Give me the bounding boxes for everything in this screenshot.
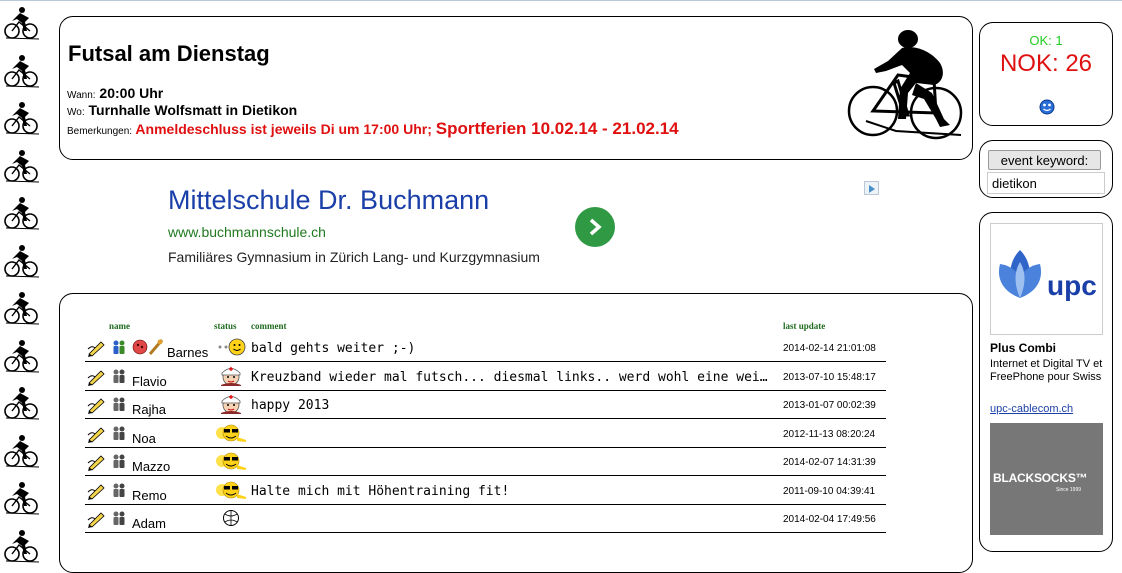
header-last-update[interactable]: last update [783,321,825,331]
participant-last-update: 2012-11-13 08:20:24 [783,428,876,440]
participant-name[interactable]: Adam [132,516,166,531]
upc-logo-text: upc [1047,270,1097,301]
participant-name[interactable]: Mazzo [132,459,170,474]
table-row: Noa 2012-11-13 08:20:24 [85,420,886,448]
header-name[interactable]: name [109,321,130,331]
event-when: Wann: 20:00 Uhr [67,85,163,101]
status-box: OK: 1 NOK: 26 [979,22,1113,126]
participant-comment: Halte mich mit Höhentraining fit! [251,483,510,499]
cyclist-icon [847,30,963,140]
cyclist-icon [4,292,39,325]
event-notes: Bemerkungen: Anmeldeschluss ist jeweils … [67,119,679,139]
cyclist-icon [4,434,39,467]
ok-count: OK: 1 [1029,33,1063,48]
edit-pencil-icon[interactable] [87,425,105,443]
sunglasses-smiley-icon [216,452,246,470]
badges-icon [132,339,164,355]
participant-name[interactable]: Rajha [132,402,166,417]
upc-flower-icon [998,250,1042,298]
when-value: 20:00 Uhr [99,85,164,101]
event-where: Wo: Turnhalle Wolfsmatt in Dietikon [67,102,297,118]
participant-last-update: 2014-02-07 14:31:39 [783,457,876,468]
people-icon[interactable] [111,482,127,498]
blacksocks-since: Since 1999 [1056,487,1082,493]
notes-holidays: Sportferien 10.02.14 - 21.02.14 [435,119,679,138]
chevron-right-icon [589,218,602,236]
where-label: Wo: [67,107,85,118]
participant-last-update: 2014-02-04 17:49:56 [783,514,876,525]
header-status[interactable]: status [214,321,237,331]
cyclist-icon [4,529,39,562]
cyclist-icon [4,102,39,135]
participant-name[interactable]: Flavio [132,374,167,389]
cyclist-icon [4,482,39,515]
hand-wave-smiley-icon [218,338,246,356]
table-row: Flavio Kreuzband wieder mal futsch... die… [85,363,886,391]
cyclist-icon [4,339,39,372]
participant-name[interactable]: Barnes [167,345,208,360]
participant-last-update: 2013-07-10 15:48:17 [783,371,876,383]
cyclist-icon [4,197,39,230]
table-row: Mazzo 2014-02-07 14:31:39 [85,448,886,476]
people-icon[interactable] [111,510,127,526]
nurse-icon [221,395,241,414]
edit-pencil-icon[interactable] [87,453,105,471]
event-title: Futsal am Dienstag [68,41,270,66]
ad-arrow-button[interactable] [575,207,615,247]
participant-last-update: 2011-09-10 04:39:41 [783,485,876,497]
nurse-icon [221,366,241,386]
ad-title-link[interactable]: Mittelschule Dr. Buchmann [168,185,489,216]
ball-icon [223,510,239,526]
participant-last-update: 2014-02-14 21:01:08 [783,343,876,354]
notes-label: Bemerkungen: [67,126,133,137]
edit-pencil-icon[interactable] [87,339,105,357]
event-keyword-input[interactable] [987,172,1105,194]
cyclist-icon [4,387,39,420]
nok-count: NOK: 26 [999,50,1093,77]
cyclist-icon [4,7,39,40]
sunglasses-smiley-icon [216,481,246,499]
cyclist-icon [4,149,39,182]
edit-pencil-icon[interactable] [87,396,105,414]
cyclist-icon [4,244,39,277]
event-keyword-button[interactable]: event keyword: [988,150,1101,170]
participant-comment: happy 2013 [251,398,330,413]
ad1-text: Internet et Digital TV et FreePhone pour… [990,358,1103,383]
blacksocks-logo[interactable]: BLACKSOCKS™ Since 1999 [990,423,1103,535]
participant-comment: bald gehts weiter ;-) [251,341,416,356]
sunglasses-smiley-icon [216,424,246,442]
people-icon[interactable] [111,396,127,412]
people-icon[interactable] [111,453,127,469]
cyclist-icon [4,54,39,87]
header-comment[interactable]: comment [251,321,287,331]
table-row: Barnes bald gehts weiter ;-) 2014-02-14 21… [85,334,886,362]
participant-last-update: 2013-01-07 00:02:39 [783,400,876,411]
participant-comment: Kreuzband wieder mal futsch... diesmal l… [251,369,771,385]
blue-ball-icon[interactable] [1039,99,1055,115]
notes-deadline: Anmeldeschluss ist jeweils Di um 17:00 U… [135,121,432,137]
upc-logo[interactable]: upc [990,223,1103,335]
ad-description: Familiäres Gymnasium in Zürich Lang- und… [168,249,540,265]
table-row: Adam 2014-02-04 17:49:56 [85,505,886,533]
participant-name[interactable]: Remo [132,488,167,503]
table-row: Rajha happy 2013 2013-01-07 00:02:39 [85,391,886,419]
event-box: Futsal am Dienstag Wann: 20:00 Uhr Wo: T… [59,16,973,160]
where-value: Turnhalle Wolfsmatt in Dietikon [88,102,298,118]
side-ad-box: upc Plus Combi Internet et Digital TV et… [979,212,1113,552]
people-icon[interactable] [111,368,127,384]
keyword-box: event keyword: [979,140,1113,198]
people-icon[interactable] [111,339,127,355]
blacksocks-logo-text: BLACKSOCKS™ [993,471,1088,485]
edit-pencil-icon[interactable] [87,368,105,386]
edit-pencil-icon[interactable] [87,510,105,528]
ad1-link[interactable]: upc-cablecom.ch [990,403,1073,415]
people-icon[interactable] [111,425,127,441]
ad-url-link[interactable]: www.buchmannschule.ch [168,224,326,240]
table-row: Remo Halte mich mit Höhentraining fit! 201… [85,477,886,505]
ad1-title: Plus Combi [990,341,1057,355]
adchoices-icon[interactable] [864,181,879,195]
when-label: Wann: [67,90,96,101]
participant-name[interactable]: Noa [132,431,156,446]
edit-pencil-icon[interactable] [87,482,105,500]
